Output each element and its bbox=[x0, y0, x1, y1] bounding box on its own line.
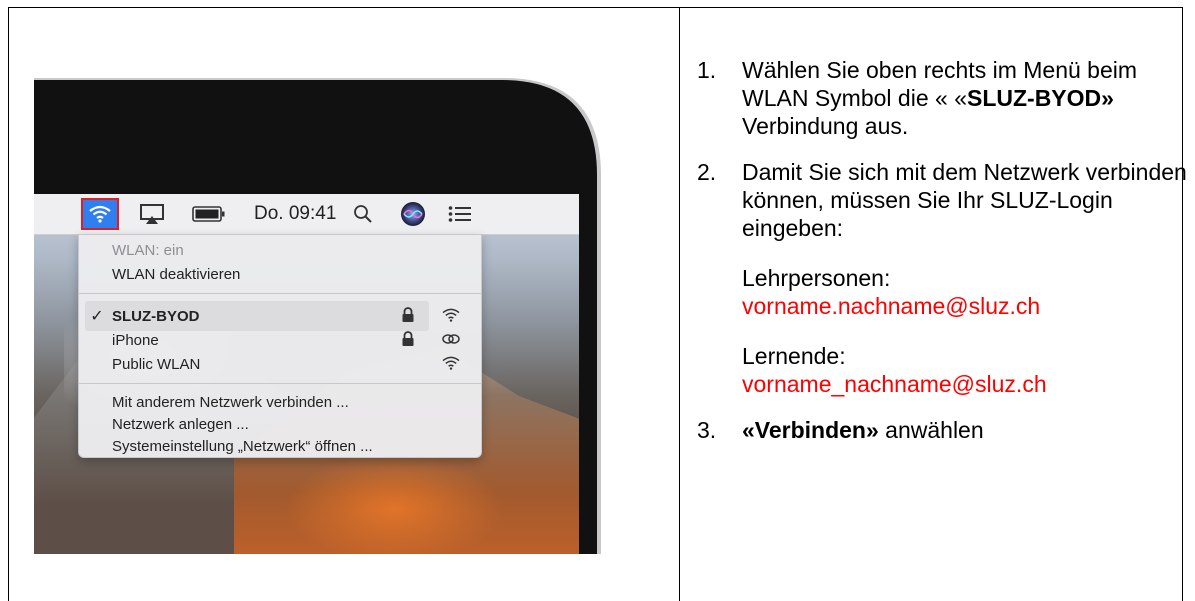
create-network-item[interactable]: Netzwerk anlegen ... bbox=[79, 413, 481, 435]
lock-icon bbox=[401, 307, 415, 323]
checkmark-icon: ✓ bbox=[90, 308, 104, 325]
menu-separator bbox=[79, 293, 481, 294]
network-item-sluz-byod[interactable]: ✓ SLUZ-BYOD bbox=[79, 305, 481, 327]
menu-clock[interactable]: Do. 09:41 bbox=[254, 200, 336, 228]
network-item-public-wlan[interactable]: Public WLAN bbox=[79, 353, 481, 375]
teachers-block: Lehrpersonen: vorname.nachname@sluz.ch bbox=[742, 264, 1187, 320]
step-2: 2. Damit Sie sich mit dem Netzwerk verbi… bbox=[697, 159, 1187, 398]
instruction-steps: 1. Wählen Sie oben rechts im Menü beim W… bbox=[697, 56, 1187, 462]
other-network-item[interactable]: Mit anderem Netzwerk verbinden ... bbox=[79, 391, 481, 413]
siri-icon[interactable] bbox=[398, 200, 428, 228]
learners-login: vorname_nachname@sluz.ch bbox=[742, 371, 1047, 397]
column-divider bbox=[679, 7, 680, 601]
step-3: 3. «Verbinden» anwählen bbox=[697, 417, 984, 443]
step-1: 1. Wählen Sie oben rechts im Menü beim W… bbox=[697, 57, 1138, 139]
airplay-icon[interactable] bbox=[137, 200, 167, 228]
notification-center-icon[interactable] bbox=[444, 200, 476, 228]
mac-screenshot: Do. 09:41 WLAN: ein WLAN deaktivieren ✓ … bbox=[34, 70, 601, 554]
open-network-prefs-item[interactable]: Systemeinstellung „Netzwerk“ öffnen ... bbox=[79, 435, 481, 457]
wifi-menu-button[interactable] bbox=[81, 198, 119, 230]
hotspot-link-icon bbox=[441, 331, 461, 347]
learners-block: Lernende: vorname_nachname@sluz.ch bbox=[742, 342, 1187, 398]
wifi-icon bbox=[441, 307, 461, 323]
lock-icon bbox=[401, 331, 415, 347]
network-item-iphone[interactable]: iPhone bbox=[79, 329, 481, 351]
menu-separator bbox=[79, 383, 481, 384]
battery-icon[interactable] bbox=[189, 200, 229, 228]
teachers-login: vorname.nachname@sluz.ch bbox=[742, 293, 1041, 319]
search-icon[interactable] bbox=[350, 200, 376, 228]
wifi-dropdown-menu: WLAN: ein WLAN deaktivieren ✓ SLUZ-BYOD … bbox=[78, 234, 482, 458]
wifi-icon bbox=[89, 205, 111, 223]
menu-bar: Do. 09:41 bbox=[34, 194, 579, 235]
wifi-icon bbox=[441, 355, 461, 371]
wifi-status: WLAN: ein bbox=[112, 241, 184, 259]
wifi-disable-item[interactable]: WLAN deaktivieren bbox=[79, 263, 481, 285]
